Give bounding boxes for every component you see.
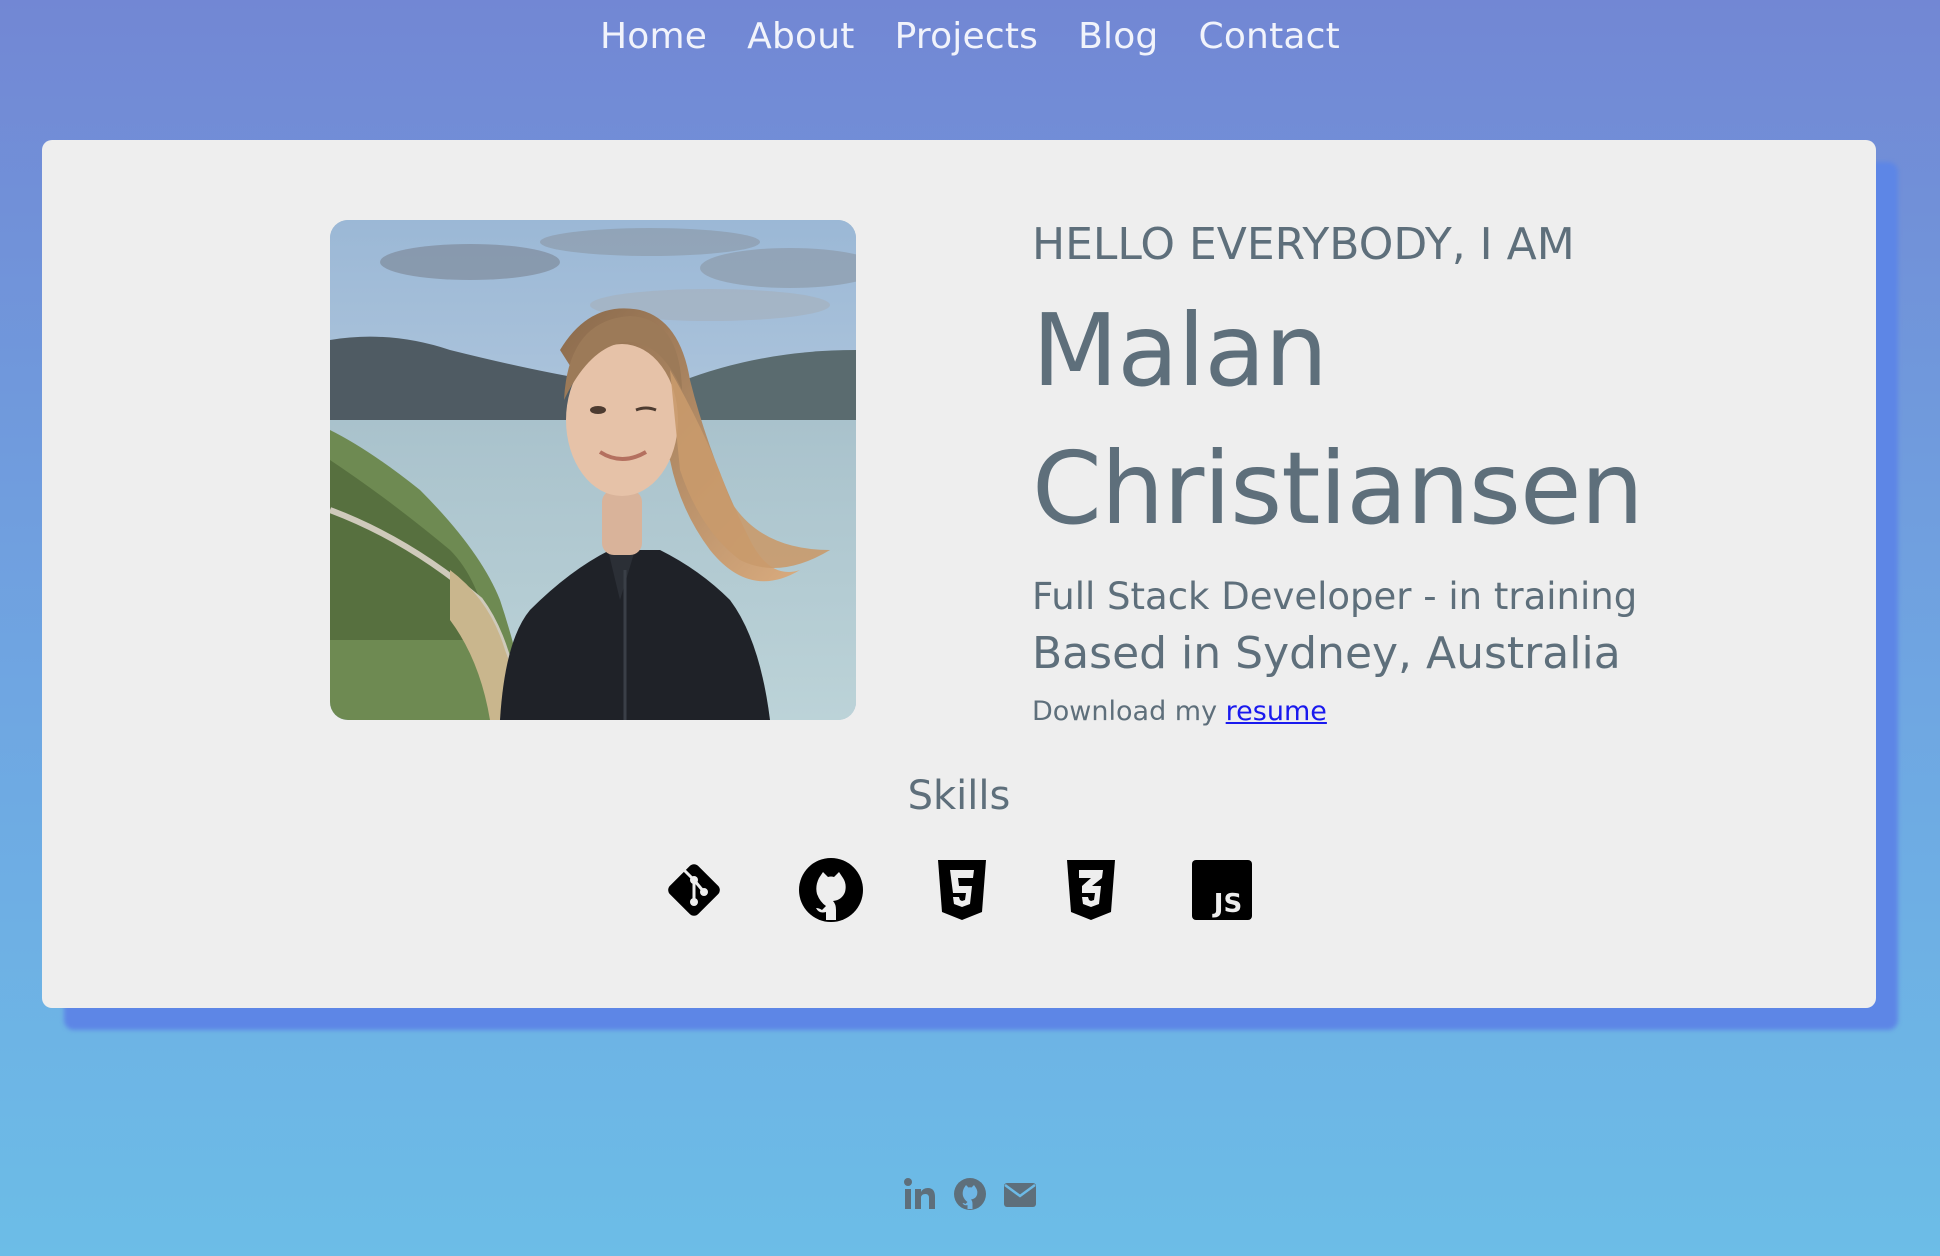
top-navigation: Home About Projects Blog Contact <box>0 0 1940 72</box>
nav-blog-link[interactable]: Blog <box>1078 16 1158 57</box>
greeting-text: HELLO EVERYBODY, I AM <box>1032 219 1575 270</box>
profile-photo-illustration <box>330 220 856 720</box>
download-resume-text: Download my resume <box>1032 688 1732 736</box>
css3-icon <box>1067 860 1115 920</box>
first-name: Malan <box>1032 292 1328 409</box>
download-prefix: Download my <box>1032 696 1218 727</box>
social-footer <box>0 1170 1940 1218</box>
nav-projects-link[interactable]: Projects <box>895 16 1039 57</box>
email-icon[interactable] <box>1002 1176 1038 1212</box>
svg-text:JS: JS <box>1212 889 1242 919</box>
skills-icon-row: JS <box>42 856 1876 932</box>
last-name: Christiansen <box>1032 430 1644 547</box>
location-text: Based in Sydney, Australia <box>1032 628 1621 679</box>
skills-heading: Skills <box>907 773 1011 819</box>
profile-card: HELLO EVERYBODY, I AM Malan Christiansen… <box>42 140 1876 1008</box>
nav-about-link[interactable]: About <box>747 16 854 57</box>
full-name: Malan Christiansen <box>1032 282 1732 558</box>
linkedin-icon[interactable] <box>902 1176 938 1212</box>
javascript-icon: JS <box>1192 860 1252 920</box>
github-icon <box>799 858 863 922</box>
job-title: Full Stack Developer - in training <box>1032 575 1638 618</box>
profile-photo <box>330 220 856 720</box>
nav-contact-link[interactable]: Contact <box>1199 16 1340 57</box>
resume-link[interactable]: resume <box>1226 696 1327 727</box>
git-icon <box>668 864 720 916</box>
github-footer-icon[interactable] <box>952 1176 988 1212</box>
nav-home-link[interactable]: Home <box>600 16 707 57</box>
intro-section: HELLO EVERYBODY, I AM Malan Christiansen… <box>1032 216 1732 736</box>
html5-icon <box>938 860 986 920</box>
